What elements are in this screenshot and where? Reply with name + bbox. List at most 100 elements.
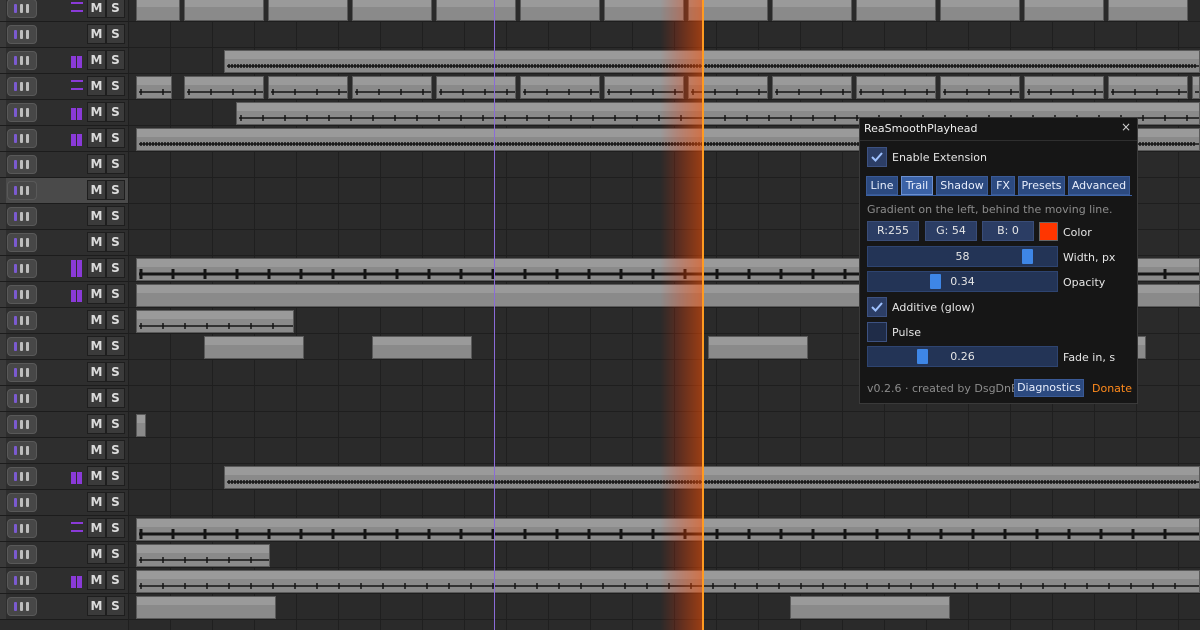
mute-button[interactable]: M — [87, 440, 106, 460]
media-item[interactable] — [136, 0, 180, 21]
solo-button[interactable]: S — [106, 492, 125, 512]
track-row[interactable]: MS — [0, 490, 128, 516]
track-row[interactable]: MS — [0, 48, 128, 74]
media-item[interactable] — [790, 596, 950, 619]
pulse-checkbox[interactable] — [867, 322, 887, 342]
media-item[interactable] — [204, 336, 304, 359]
record-arm-button[interactable] — [7, 415, 37, 434]
track-row[interactable]: MS — [0, 230, 128, 256]
record-arm-button[interactable] — [7, 207, 37, 226]
media-item[interactable] — [1024, 76, 1104, 99]
tab-trail[interactable]: Trail — [901, 176, 933, 195]
mute-button[interactable]: M — [87, 232, 106, 252]
media-item[interactable] — [772, 76, 852, 99]
mute-button[interactable]: M — [87, 362, 106, 382]
color-g-field[interactable]: G: 54 — [925, 221, 977, 241]
solo-button[interactable]: S — [106, 102, 125, 122]
track-row[interactable]: MS — [0, 386, 128, 412]
media-item[interactable] — [136, 76, 172, 99]
media-item[interactable] — [436, 0, 516, 21]
track-row[interactable]: MS — [0, 516, 128, 542]
solo-button[interactable]: S — [106, 388, 125, 408]
track-row[interactable]: MS — [0, 204, 128, 230]
mute-button[interactable]: M — [87, 544, 106, 564]
record-arm-button[interactable] — [7, 285, 37, 304]
mute-button[interactable]: M — [87, 466, 106, 486]
width-slider[interactable]: 58 — [867, 246, 1058, 267]
solo-button[interactable]: S — [106, 154, 125, 174]
record-arm-button[interactable] — [7, 259, 37, 278]
track-row[interactable]: MS — [0, 256, 128, 282]
track-row[interactable]: MS — [0, 22, 128, 48]
tab-presets[interactable]: Presets — [1018, 176, 1065, 195]
media-item[interactable] — [940, 0, 1020, 21]
mute-button[interactable]: M — [87, 388, 106, 408]
solo-button[interactable]: S — [106, 24, 125, 44]
solo-button[interactable]: S — [106, 570, 125, 590]
solo-button[interactable]: S — [106, 518, 125, 538]
track-row[interactable]: MS — [0, 308, 128, 334]
media-item[interactable] — [352, 0, 432, 21]
solo-button[interactable]: S — [106, 128, 125, 148]
media-item[interactable] — [352, 76, 432, 99]
mute-button[interactable]: M — [87, 414, 106, 434]
record-arm-button[interactable] — [7, 77, 37, 96]
track-row[interactable]: MS — [0, 594, 128, 620]
record-arm-button[interactable] — [7, 51, 37, 70]
mute-button[interactable]: M — [87, 258, 106, 278]
media-item[interactable] — [436, 76, 516, 99]
solo-button[interactable]: S — [106, 440, 125, 460]
media-item[interactable] — [1024, 0, 1104, 21]
media-item[interactable] — [184, 0, 264, 21]
solo-button[interactable]: S — [106, 180, 125, 200]
mute-button[interactable]: M — [87, 336, 106, 356]
record-arm-button[interactable] — [7, 337, 37, 356]
solo-button[interactable]: S — [106, 466, 125, 486]
media-item[interactable] — [136, 544, 270, 567]
solo-button[interactable]: S — [106, 544, 125, 564]
record-arm-button[interactable] — [7, 519, 37, 538]
media-item[interactable] — [940, 76, 1020, 99]
solo-button[interactable]: S — [106, 596, 125, 616]
solo-button[interactable]: S — [106, 310, 125, 330]
solo-button[interactable]: S — [106, 76, 125, 96]
close-icon[interactable]: × — [1121, 120, 1131, 134]
media-item[interactable] — [184, 76, 264, 99]
track-row[interactable]: MS — [0, 334, 128, 360]
mute-button[interactable]: M — [87, 596, 106, 616]
media-item[interactable] — [224, 50, 1200, 73]
track-row[interactable]: MS — [0, 178, 128, 204]
media-item[interactable] — [1192, 76, 1200, 99]
media-item[interactable] — [708, 336, 808, 359]
solo-button[interactable]: S — [106, 0, 125, 18]
media-item[interactable] — [136, 414, 146, 437]
media-item[interactable] — [1108, 76, 1188, 99]
donate-link[interactable]: Donate — [1092, 382, 1132, 395]
record-arm-button[interactable] — [7, 493, 37, 512]
mute-button[interactable]: M — [87, 76, 106, 96]
mute-button[interactable]: M — [87, 102, 106, 122]
record-arm-button[interactable] — [7, 545, 37, 564]
mute-button[interactable]: M — [87, 180, 106, 200]
tab-line[interactable]: Line — [866, 176, 898, 195]
track-row[interactable]: MS — [0, 0, 128, 22]
mute-button[interactable]: M — [87, 0, 106, 18]
diagnostics-button[interactable]: Diagnostics — [1014, 379, 1084, 397]
media-item[interactable] — [856, 76, 936, 99]
tab-advanced[interactable]: Advanced — [1068, 176, 1130, 195]
track-row[interactable]: MS — [0, 152, 128, 178]
additive-checkbox[interactable] — [867, 297, 887, 317]
track-row[interactable]: MS — [0, 360, 128, 386]
track-row[interactable]: MS — [0, 542, 128, 568]
track-row[interactable]: MS — [0, 74, 128, 100]
mute-button[interactable]: M — [87, 284, 106, 304]
media-item[interactable] — [268, 0, 348, 21]
solo-button[interactable]: S — [106, 232, 125, 252]
solo-button[interactable]: S — [106, 206, 125, 226]
record-arm-button[interactable] — [7, 25, 37, 44]
mute-button[interactable]: M — [87, 154, 106, 174]
record-arm-button[interactable] — [7, 129, 37, 148]
media-item[interactable] — [136, 310, 294, 333]
record-arm-button[interactable] — [7, 467, 37, 486]
record-arm-button[interactable] — [7, 389, 37, 408]
